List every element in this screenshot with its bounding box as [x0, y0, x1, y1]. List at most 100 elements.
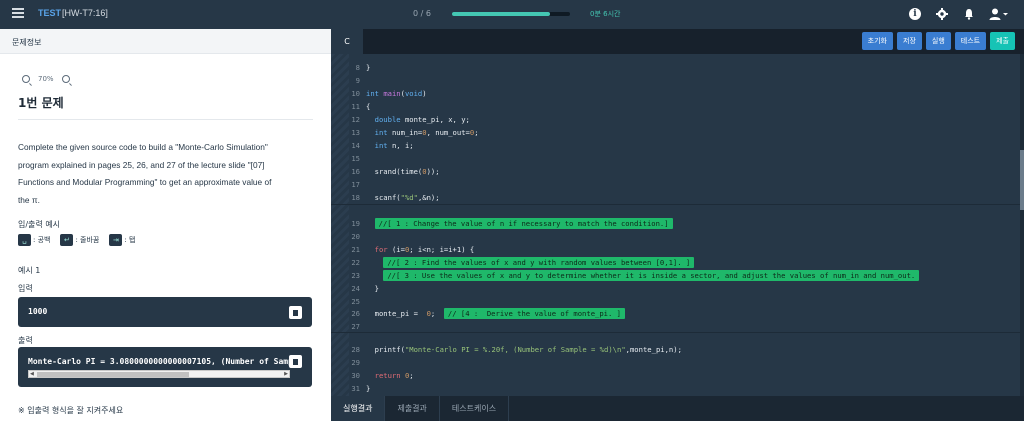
example-input-value: 1000: [28, 307, 48, 316]
code-line[interactable]: 18 scanf("%d",&n);: [331, 191, 1024, 204]
test-button[interactable]: 테스트: [954, 32, 987, 50]
code-line[interactable]: 28 printf("Monte-Carlo PI = %.20f, (Numb…: [331, 343, 1024, 356]
code-text: printf("Monte-Carlo PI = %.20f, (Number …: [366, 345, 682, 354]
test-label: TEST: [38, 8, 62, 18]
line-number: 31: [351, 384, 360, 393]
code-line[interactable]: 27: [331, 320, 1024, 333]
output-label: 출력: [18, 336, 33, 345]
code-line[interactable]: 17: [331, 178, 1024, 191]
code-text: return 0;: [374, 371, 414, 380]
scroll-left-icon[interactable]: ◀: [30, 371, 34, 378]
zoom-out-icon[interactable]: [22, 75, 30, 83]
code-line[interactable]: 19 //[ 1 : Change the value of n if nece…: [331, 217, 1024, 230]
legend-newline: ↵ : 줄바꿈: [60, 234, 99, 246]
code-text: }: [366, 63, 371, 72]
code-text: int num_in=0, num_out=0;: [374, 128, 479, 137]
line-number: 28: [351, 345, 360, 354]
line-number: 14: [351, 141, 360, 150]
description-line: program explained in pages 25, 26, and 2…: [18, 159, 265, 170]
reset-button[interactable]: 초기화: [861, 32, 893, 50]
line-number: 18: [351, 193, 360, 202]
code-line[interactable]: 16 srand(time(0));: [331, 165, 1024, 178]
tab-submit-result[interactable]: 제출결과: [385, 396, 440, 421]
code-text: double monte_pi, x, y;: [374, 115, 470, 124]
code-line[interactable]: 29: [331, 356, 1024, 369]
code-line[interactable]: 23 //[ 3 : Use the values of x and y to …: [331, 269, 1024, 282]
line-number: 19: [351, 219, 360, 228]
zoom-in-icon[interactable]: [61, 75, 70, 83]
code-editor[interactable]: 8} 9 10 int main(void) 11 {12 double monte_pi…: [331, 54, 1024, 396]
legend-label: : 줄바꿈: [75, 236, 100, 244]
code-line[interactable]: 31}: [331, 382, 1024, 395]
tab-language-c[interactable]: C: [331, 29, 363, 54]
input-label: 입력: [18, 284, 33, 293]
top-bar: TEST [HW-T7:16] 0 / 6 0분 6시간 i: [0, 0, 1024, 29]
problem-title: 1번 문제: [18, 96, 64, 110]
code-line[interactable]: 15: [331, 152, 1024, 165]
output-scrollbar[interactable]: ◀ ▶: [28, 370, 290, 378]
code-text: scanf("%d",&n);: [366, 193, 440, 202]
line-number: 16: [351, 167, 360, 176]
code-line[interactable]: 13 int num_in=0, num_out=0;: [331, 126, 1024, 139]
zoom-controls: 70%: [22, 75, 70, 83]
example-output-value: Monte-Carlo PI = 3.0800000000000007105, …: [28, 357, 290, 366]
code-text: //[ 3 : Use the values of x and y to det…: [366, 269, 920, 282]
code-line[interactable]: 20: [331, 230, 1024, 243]
legend-space: ␣ : 공백: [18, 234, 50, 246]
newline-symbol-icon: ↵: [60, 234, 74, 246]
tab-test-cases[interactable]: 테스트케이스: [440, 396, 510, 421]
line-number: 12: [351, 115, 360, 124]
code-separator: [331, 204, 1024, 205]
legend-label: : 공백: [33, 236, 51, 244]
line-number: 22: [351, 258, 360, 267]
code-line[interactable]: 24 }: [331, 282, 1024, 295]
code-line[interactable]: 26 monte_pi = 0; // [4 : Derive the valu…: [331, 307, 1024, 320]
code-text: {: [366, 102, 371, 111]
description-line: the π.: [18, 194, 40, 205]
line-number: 20: [351, 232, 360, 241]
legend-tab: ⇥ : 탭: [109, 234, 135, 246]
code-text: monte_pi = 0; // [4 : Derive the value o…: [366, 307, 625, 320]
run-button[interactable]: 실행: [925, 32, 951, 50]
copy-icon[interactable]: [289, 306, 302, 319]
editor-scrollbar[interactable]: [1020, 54, 1024, 396]
save-button[interactable]: 저장: [897, 32, 922, 50]
code-line[interactable]: 9: [331, 74, 1024, 87]
tab-run-result[interactable]: 실행결과: [331, 396, 386, 421]
scroll-thumb[interactable]: [37, 372, 189, 377]
editor-panel: C 초기화 저장 실행 테스트 제출 8} 9 10 int main(void) 11…: [331, 29, 1024, 421]
code-line[interactable]: 12 double monte_pi, x, y;: [331, 113, 1024, 126]
code-text: for (i=0; i<n; i=i+1) {: [374, 245, 475, 254]
info-icon[interactable]: i: [909, 8, 921, 20]
line-number: 24: [351, 284, 360, 293]
code-line[interactable]: 30 return 0;: [331, 369, 1024, 382]
line-number: 15: [351, 154, 360, 163]
menu-icon[interactable]: [12, 8, 24, 20]
code-line[interactable]: 10 int main(void): [331, 87, 1024, 100]
timer: 0분 6시간: [590, 10, 621, 18]
scroll-right-icon[interactable]: ▶: [284, 371, 288, 378]
user-icon[interactable]: [989, 8, 1009, 20]
editor-buttons: 초기화 저장 실행 테스트 제출: [861, 32, 1015, 50]
description-line: Functions and Modular Programming" to ge…: [18, 177, 272, 187]
code-line[interactable]: 21 for (i=0; i<n; i=i+1) {: [331, 243, 1024, 256]
line-number: 30: [351, 371, 360, 380]
code-text: //[ 2 : Find the values of x and y with …: [366, 256, 695, 269]
whitespace-legend: ␣ : 공백 ↵ : 줄바꿈 ⇥ : 탭: [18, 234, 135, 246]
line-number: 17: [351, 180, 360, 189]
copy-icon[interactable]: [289, 355, 302, 368]
code-line[interactable]: 22 //[ 2 : Find the values of x and y wi…: [331, 256, 1024, 269]
result-tabs: 실행결과 제출결과 테스트케이스: [331, 396, 1024, 421]
editor-scroll-thumb[interactable]: [1020, 150, 1024, 210]
problem-panel-title: 문제정보: [12, 38, 42, 47]
bell-icon[interactable]: [963, 8, 975, 20]
submit-button[interactable]: 제출: [990, 32, 1015, 50]
example-title: 예시 1: [18, 266, 41, 275]
code-line[interactable]: 11 {: [331, 100, 1024, 113]
code-text: int n, i;: [374, 141, 414, 150]
code-line[interactable]: 8}: [331, 61, 1024, 74]
divider: [18, 119, 313, 120]
gear-icon[interactable]: [936, 8, 948, 20]
code-line[interactable]: 14 int n, i;: [331, 139, 1024, 152]
code-text: srand(time(0));: [366, 167, 440, 176]
